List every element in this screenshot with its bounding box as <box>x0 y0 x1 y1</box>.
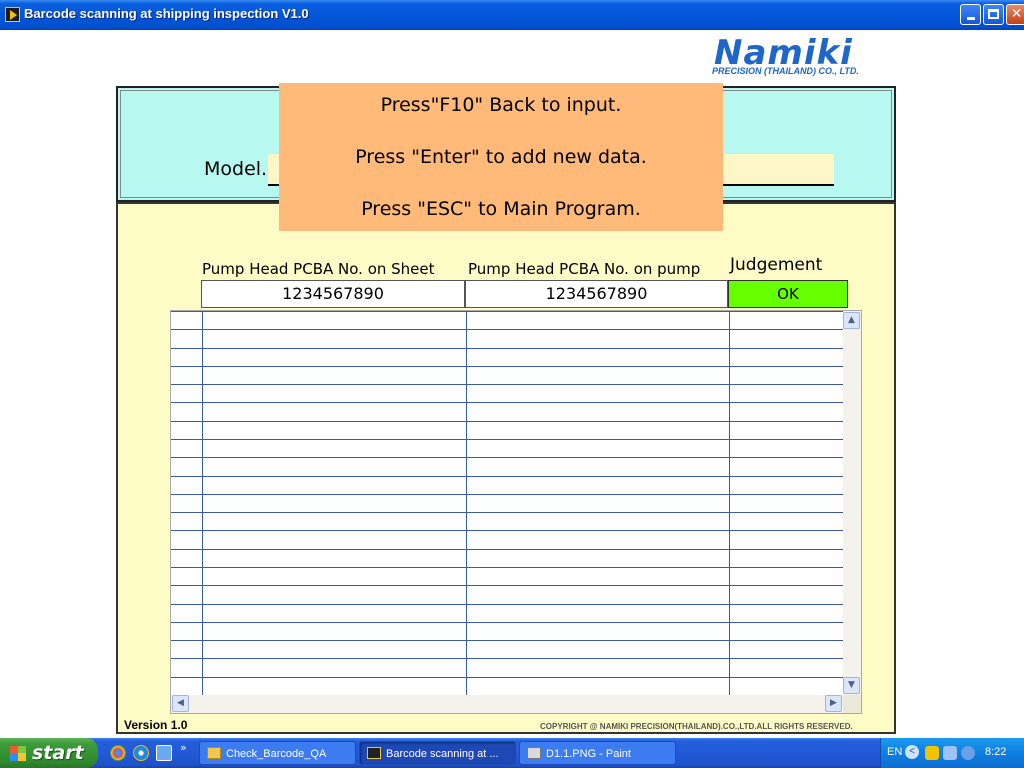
row-divider <box>171 512 843 513</box>
row-divider <box>171 658 843 659</box>
logo-brand: Namiki <box>714 33 853 73</box>
scroll-right-button[interactable]: ▶ <box>825 695 842 712</box>
row-divider <box>171 567 843 568</box>
row-divider <box>171 311 843 312</box>
internet-explorer-icon[interactable] <box>133 745 149 761</box>
column-header-judgement: Judgement <box>730 255 823 275</box>
update-icon[interactable] <box>961 746 975 760</box>
close-button[interactable]: ✕ <box>1006 4 1024 25</box>
maximize-button[interactable] <box>983 4 1004 25</box>
data-table[interactable]: ▲ ▼ ◀ ▶ <box>170 310 862 714</box>
language-indicator[interactable]: EN <box>887 746 902 758</box>
row-divider <box>171 604 843 605</box>
column-divider <box>202 311 203 695</box>
task-label: Check_Barcode_QA <box>226 748 327 760</box>
window-title: Barcode scanning at shipping inspection … <box>24 6 309 21</box>
instruction-f10: Press"F10" Back to input. <box>380 94 622 116</box>
sheet-number-input[interactable]: 1234567890 <box>201 280 465 308</box>
chevron-down-icon: ▼ <box>848 680 855 690</box>
scroll-down-button[interactable]: ▼ <box>843 677 860 694</box>
main-panel: Pump Head PCBA No. on Sheet Pump Head PC… <box>116 202 896 734</box>
network-icon[interactable] <box>943 746 957 760</box>
row-divider <box>171 384 843 385</box>
row-divider <box>171 366 843 367</box>
logo-subtitle: PRECISION (THAILAND) CO., LTD. <box>712 66 859 76</box>
taskbar-item-folder[interactable]: Check_Barcode_QA <box>199 741 356 765</box>
row-divider <box>171 549 843 550</box>
taskbar-item-paint[interactable]: D1.1.PNG - Paint <box>519 741 676 765</box>
row-divider <box>171 640 843 641</box>
tray-expand-icon[interactable]: < <box>905 745 919 759</box>
column-header-sheet: Pump Head PCBA No. on Sheet <box>202 260 435 278</box>
minimize-icon <box>966 17 975 20</box>
row-divider <box>171 421 843 422</box>
version-label: Version 1.0 <box>124 718 188 732</box>
paint-icon <box>527 747 541 759</box>
row-divider <box>171 494 843 495</box>
horizontal-scrollbar[interactable]: ◀ ▶ <box>171 695 843 713</box>
row-divider <box>171 476 843 477</box>
taskbar-item-barcode-app[interactable]: Barcode scanning at ... <box>359 741 516 765</box>
copyright-text: COPYRIGHT @ NAMIKI PRECISION(THAILAND).C… <box>540 722 853 731</box>
chevron-left-icon: ◀ <box>177 698 184 708</box>
row-divider <box>171 530 843 531</box>
chrome-icon[interactable] <box>110 745 126 761</box>
row-divider <box>171 677 843 678</box>
app-icon[interactable] <box>5 7 20 22</box>
column-divider <box>729 311 730 695</box>
system-tray: EN < 8:22 <box>880 738 1024 768</box>
row-divider <box>171 457 843 458</box>
vertical-scrollbar[interactable]: ▲ ▼ <box>843 311 861 695</box>
title-bar[interactable]: Barcode scanning at shipping inspection … <box>0 0 1024 30</box>
task-label: D1.1.PNG - Paint <box>546 748 631 760</box>
row-divider <box>171 329 843 330</box>
judgement-status: OK <box>728 280 848 308</box>
chevron-right-icon: ▶ <box>830 698 837 708</box>
taskbar: start » Check_Barcode_QA Barcode scannin… <box>0 738 1024 768</box>
pump-number-input[interactable]: 1234567890 <box>465 280 728 308</box>
windows-logo-icon <box>10 746 26 761</box>
labview-icon <box>367 747 381 759</box>
scrollbar-corner <box>843 695 861 713</box>
instruction-esc: Press "ESC" to Main Program. <box>361 198 641 220</box>
scroll-up-button[interactable]: ▲ <box>843 312 860 329</box>
row-divider <box>171 585 843 586</box>
chevron-up-icon: ▲ <box>848 315 855 325</box>
company-logo: Namiki PRECISION (THAILAND) CO., LTD. <box>712 36 896 80</box>
start-button[interactable]: start <box>0 738 98 768</box>
row-divider <box>171 622 843 623</box>
clock[interactable]: 8:22 <box>985 746 1006 758</box>
column-divider <box>466 311 467 695</box>
quicklaunch-more-icon[interactable]: » <box>180 741 187 754</box>
task-label: Barcode scanning at ... <box>386 748 499 760</box>
close-icon: ✕ <box>1010 6 1023 22</box>
row-divider <box>171 348 843 349</box>
row-divider <box>171 402 843 403</box>
minimize-button[interactable] <box>960 4 981 25</box>
security-shield-icon[interactable] <box>925 746 939 760</box>
maximize-icon <box>988 9 999 19</box>
start-label: start <box>32 742 84 764</box>
scroll-left-button[interactable]: ◀ <box>172 695 189 712</box>
instruction-enter: Press "Enter" to add new data. <box>355 146 647 168</box>
column-header-pump: Pump Head PCBA No. on pump <box>468 260 701 278</box>
folder-icon <box>207 747 221 759</box>
table-rows[interactable] <box>171 311 843 695</box>
app-quicklaunch-icon[interactable] <box>156 745 172 761</box>
row-divider <box>171 439 843 440</box>
instruction-popup: Press"F10" Back to input. Press "Enter" … <box>279 83 723 231</box>
